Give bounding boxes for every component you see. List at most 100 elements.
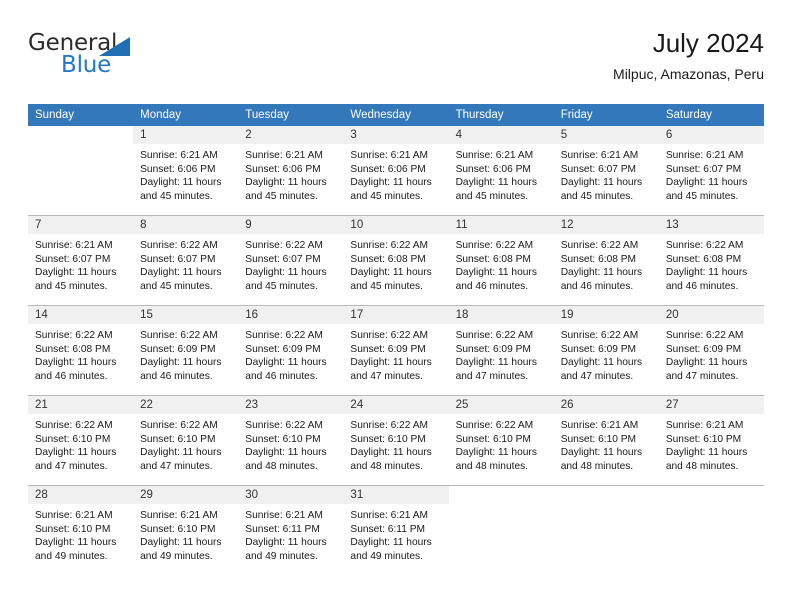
sunrise-text: Sunrise: 6:22 AM (350, 240, 429, 251)
sunset-text: Sunset: 6:07 PM (140, 253, 216, 265)
calendar-cell-day-8[interactable]: 8 Sunrise: 6:22 AM Sunset: 6:07 PM Daylight… (133, 215, 239, 306)
day-cell[interactable]: 3 Sunrise: 6:21 AM Sunset: 6:06 PM Daylight… (343, 126, 449, 215)
day-number: 10 (343, 216, 449, 234)
calendar-cell-day-10[interactable]: 10 Sunrise: 6:22 AM Sunset: 6:08 PM Dayligh… (343, 215, 449, 306)
calendar-cell-day-17[interactable]: 17 Sunrise: 6:22 AM Sunset: 6:09 PM Dayligh… (343, 305, 449, 396)
day-number: 7 (28, 216, 134, 234)
calendar-cell-day-6[interactable]: 6 Sunrise: 6:21 AM Sunset: 6:07 PM Daylight… (658, 126, 764, 216)
calendar-cell-day-19[interactable]: 19 Sunrise: 6:22 AM Sunset: 6:09 PM Dayligh… (553, 305, 659, 396)
general-blue-logo[interactable]: General Blue (28, 32, 158, 86)
daylight-text-line1: Daylight: 11 hours (350, 267, 432, 279)
day-details: Sunrise: 6:22 AM Sunset: 6:09 PM Daylight:… (343, 324, 448, 383)
day-details: Sunrise: 6:21 AM Sunset: 6:07 PM Daylight:… (28, 234, 133, 293)
day-cell[interactable]: 9 Sunrise: 6:22 AM Sunset: 6:07 PM Daylight… (238, 216, 344, 305)
day-cell[interactable]: 27 Sunrise: 6:21 AM Sunset: 6:10 PM Dayligh… (658, 396, 764, 485)
day-cell[interactable]: 15 Sunrise: 6:22 AM Sunset: 6:09 PM Dayligh… (133, 306, 239, 395)
calendar-cell-day-23[interactable]: 23 Sunrise: 6:22 AM Sunset: 6:10 PM Dayligh… (238, 395, 344, 486)
day-cell[interactable]: 31 Sunrise: 6:21 AM Sunset: 6:11 PM Dayligh… (343, 486, 449, 575)
day-cell[interactable]: 8 Sunrise: 6:22 AM Sunset: 6:07 PM Daylight… (133, 216, 239, 305)
sunset-text: Sunset: 6:09 PM (560, 343, 637, 355)
day-number: 27 (658, 396, 764, 414)
daylight-text-line2: and 48 minutes. (455, 460, 529, 472)
day-cell[interactable]: 6 Sunrise: 6:21 AM Sunset: 6:07 PM Daylight… (658, 126, 764, 215)
empty-day-placeholder (659, 486, 764, 575)
calendar-cell-day-22[interactable]: 22 Sunrise: 6:22 AM Sunset: 6:10 PM Dayligh… (133, 395, 239, 486)
calendar-cell-day-18[interactable]: 18 Sunrise: 6:22 AM Sunset: 6:09 PM Dayligh… (448, 305, 554, 396)
day-cell[interactable]: 16 Sunrise: 6:22 AM Sunset: 6:09 PM Dayligh… (238, 306, 344, 395)
day-details: Sunrise: 6:22 AM Sunset: 6:08 PM Daylight:… (343, 234, 448, 293)
day-cell[interactable]: 23 Sunrise: 6:22 AM Sunset: 6:10 PM Dayligh… (238, 396, 344, 485)
daylight-text-line2: and 49 minutes. (140, 550, 213, 562)
day-cell[interactable]: 1 Sunrise: 6:21 AM Sunset: 6:06 PM Daylight… (133, 126, 239, 215)
daylight-text-line2: and 48 minutes. (245, 460, 318, 472)
day-details: Sunrise: 6:21 AM Sunset: 6:06 PM Daylight:… (449, 144, 554, 203)
sunset-text: Sunset: 6:09 PM (455, 343, 531, 355)
sunset-text: Sunset: 6:08 PM (665, 253, 742, 265)
calendar-cell-day-11[interactable]: 11 Sunrise: 6:22 AM Sunset: 6:08 PM Dayligh… (448, 215, 554, 306)
day-details: Sunrise: 6:21 AM Sunset: 6:10 PM Daylight:… (133, 504, 238, 563)
calendar-cell-day-9[interactable]: 9 Sunrise: 6:22 AM Sunset: 6:07 PM Daylight… (238, 215, 344, 306)
daylight-text-line1: Daylight: 11 hours (665, 357, 748, 369)
day-cell[interactable]: 12 Sunrise: 6:22 AM Sunset: 6:08 PM Dayligh… (553, 216, 659, 305)
day-number: 21 (28, 396, 134, 414)
calendar-cell-day-16[interactable]: 16 Sunrise: 6:22 AM Sunset: 6:09 PM Dayligh… (238, 305, 344, 396)
day-cell[interactable]: 21 Sunrise: 6:22 AM Sunset: 6:10 PM Dayligh… (28, 396, 134, 485)
day-details: Sunrise: 6:21 AM Sunset: 6:10 PM Daylight:… (659, 414, 764, 473)
day-cell[interactable]: 11 Sunrise: 6:22 AM Sunset: 6:08 PM Dayligh… (448, 216, 554, 305)
calendar-cell-day-1[interactable]: 1 Sunrise: 6:21 AM Sunset: 6:06 PM Daylight… (133, 126, 239, 216)
day-cell[interactable]: 17 Sunrise: 6:22 AM Sunset: 6:09 PM Dayligh… (343, 306, 449, 395)
day-cell[interactable]: 29 Sunrise: 6:21 AM Sunset: 6:10 PM Dayligh… (133, 486, 239, 575)
day-number: 31 (343, 486, 449, 504)
day-cell[interactable]: 10 Sunrise: 6:22 AM Sunset: 6:08 PM Dayligh… (343, 216, 449, 305)
day-cell[interactable]: 22 Sunrise: 6:22 AM Sunset: 6:10 PM Dayligh… (133, 396, 239, 485)
day-cell[interactable]: 18 Sunrise: 6:22 AM Sunset: 6:09 PM Dayligh… (448, 306, 554, 395)
day-cell[interactable]: 20 Sunrise: 6:22 AM Sunset: 6:09 PM Dayligh… (658, 306, 764, 395)
daylight-text-line1: Daylight: 11 hours (350, 177, 432, 189)
calendar-week-row: 21 Sunrise: 6:22 AM Sunset: 6:10 PM Dayligh… (28, 395, 764, 486)
day-cell[interactable]: 13 Sunrise: 6:22 AM Sunset: 6:08 PM Dayligh… (658, 216, 764, 305)
calendar-cell-day-29[interactable]: 29 Sunrise: 6:21 AM Sunset: 6:10 PM Dayligh… (133, 485, 239, 575)
day-cell[interactable]: 5 Sunrise: 6:21 AM Sunset: 6:07 PM Daylight… (553, 126, 659, 215)
calendar-cell-day-14[interactable]: 14 Sunrise: 6:22 AM Sunset: 6:08 PM Dayligh… (28, 305, 134, 396)
day-number: 12 (553, 216, 659, 234)
daylight-text-line2: and 47 minutes. (350, 370, 423, 382)
calendar-cell-day-31[interactable]: 31 Sunrise: 6:21 AM Sunset: 6:11 PM Dayligh… (343, 485, 449, 575)
day-cell[interactable]: 25 Sunrise: 6:22 AM Sunset: 6:10 PM Dayligh… (448, 396, 554, 485)
calendar-cell-day-27[interactable]: 27 Sunrise: 6:21 AM Sunset: 6:10 PM Dayligh… (658, 395, 764, 486)
calendar-cell-day-26[interactable]: 26 Sunrise: 6:21 AM Sunset: 6:10 PM Dayligh… (553, 395, 659, 486)
day-details: Sunrise: 6:21 AM Sunset: 6:10 PM Daylight:… (554, 414, 659, 473)
calendar-cell-day-21[interactable]: 21 Sunrise: 6:22 AM Sunset: 6:10 PM Dayligh… (28, 395, 134, 486)
day-cell[interactable]: 14 Sunrise: 6:22 AM Sunset: 6:08 PM Dayligh… (28, 306, 134, 395)
daylight-text-line1: Daylight: 11 hours (455, 177, 537, 189)
calendar-cell-day-25[interactable]: 25 Sunrise: 6:22 AM Sunset: 6:10 PM Dayligh… (448, 395, 554, 486)
sunrise-text: Sunrise: 6:22 AM (35, 420, 113, 431)
calendar-cell-day-12[interactable]: 12 Sunrise: 6:22 AM Sunset: 6:08 PM Dayligh… (553, 215, 659, 306)
day-number: 19 (553, 306, 659, 324)
calendar-cell-day-28[interactable]: 28 Sunrise: 6:21 AM Sunset: 6:10 PM Dayligh… (28, 485, 134, 575)
day-details: Sunrise: 6:22 AM Sunset: 6:09 PM Daylight:… (449, 324, 554, 383)
calendar-cell-day-20[interactable]: 20 Sunrise: 6:22 AM Sunset: 6:09 PM Dayligh… (658, 305, 764, 396)
day-cell[interactable]: 26 Sunrise: 6:21 AM Sunset: 6:10 PM Dayligh… (553, 396, 659, 485)
sunset-text: Sunset: 6:10 PM (350, 433, 426, 445)
calendar-cell-day-3[interactable]: 3 Sunrise: 6:21 AM Sunset: 6:06 PM Daylight… (343, 126, 449, 216)
sunset-text: Sunset: 6:09 PM (665, 343, 742, 355)
calendar-cell-day-30[interactable]: 30 Sunrise: 6:21 AM Sunset: 6:11 PM Dayligh… (238, 485, 344, 575)
day-cell[interactable]: 19 Sunrise: 6:22 AM Sunset: 6:09 PM Dayligh… (553, 306, 659, 395)
day-cell[interactable]: 24 Sunrise: 6:22 AM Sunset: 6:10 PM Dayligh… (343, 396, 449, 485)
day-cell[interactable]: 2 Sunrise: 6:21 AM Sunset: 6:06 PM Daylight… (238, 126, 344, 215)
calendar-cell-day-2[interactable]: 2 Sunrise: 6:21 AM Sunset: 6:06 PM Daylight… (238, 126, 344, 216)
calendar-cell-day-4[interactable]: 4 Sunrise: 6:21 AM Sunset: 6:06 PM Daylight… (448, 126, 554, 216)
calendar-cell-empty (448, 485, 554, 575)
day-cell[interactable]: 4 Sunrise: 6:21 AM Sunset: 6:06 PM Daylight… (448, 126, 554, 215)
calendar-cell-day-7[interactable]: 7 Sunrise: 6:21 AM Sunset: 6:07 PM Daylight… (28, 215, 134, 306)
calendar-cell-day-13[interactable]: 13 Sunrise: 6:22 AM Sunset: 6:08 PM Dayligh… (658, 215, 764, 306)
sunset-text: Sunset: 6:06 PM (245, 163, 321, 175)
calendar-cell-day-15[interactable]: 15 Sunrise: 6:22 AM Sunset: 6:09 PM Dayligh… (133, 305, 239, 396)
calendar-cell-day-24[interactable]: 24 Sunrise: 6:22 AM Sunset: 6:10 PM Dayligh… (343, 395, 449, 486)
sunset-text: Sunset: 6:10 PM (140, 523, 216, 535)
day-cell[interactable]: 7 Sunrise: 6:21 AM Sunset: 6:07 PM Daylight… (28, 216, 134, 305)
calendar-cell-day-5[interactable]: 5 Sunrise: 6:21 AM Sunset: 6:07 PM Daylight… (553, 126, 659, 216)
day-cell[interactable]: 30 Sunrise: 6:21 AM Sunset: 6:11 PM Dayligh… (238, 486, 344, 575)
day-cell[interactable]: 28 Sunrise: 6:21 AM Sunset: 6:10 PM Dayligh… (28, 486, 134, 575)
day-number: 26 (553, 396, 659, 414)
